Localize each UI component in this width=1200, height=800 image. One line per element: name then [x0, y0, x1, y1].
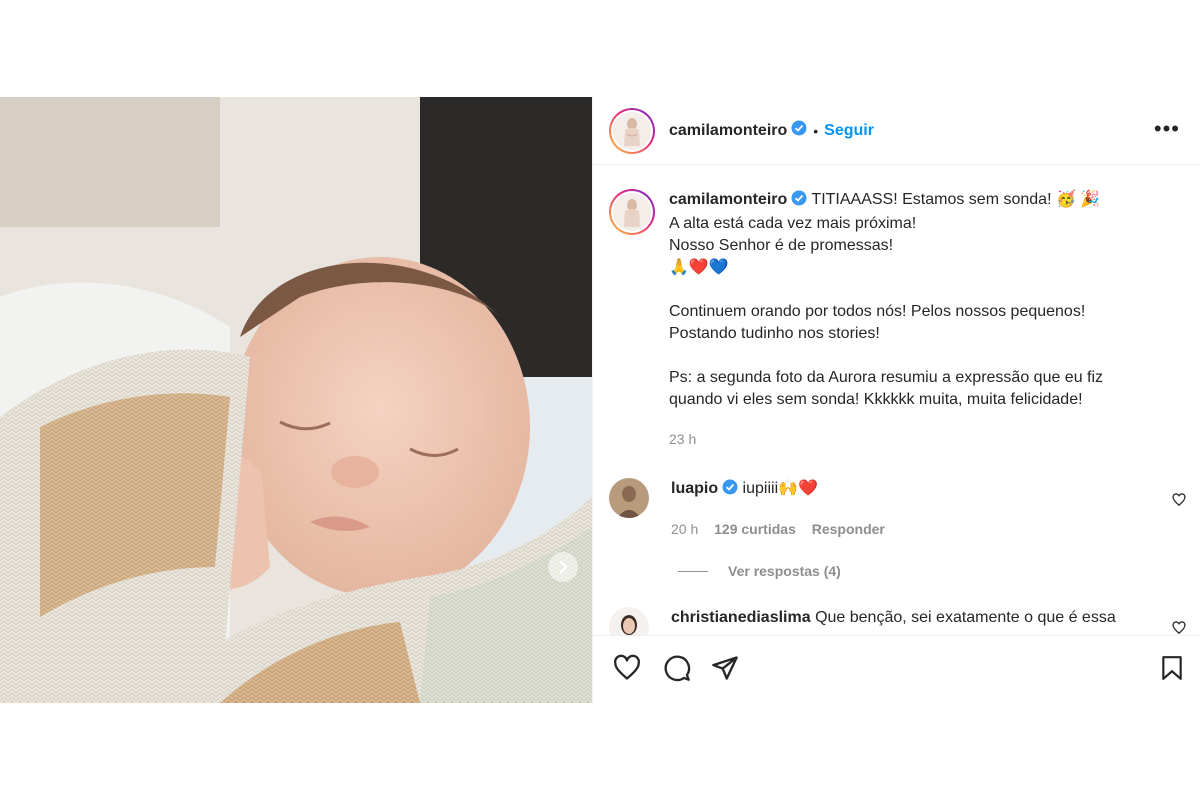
commenter-username[interactable]: luapio: [671, 480, 718, 497]
comment-meta: 20 h 129 curtidas Responder: [671, 518, 897, 540]
commenter-username[interactable]: christianediaslima: [671, 609, 811, 626]
post-actions-bar: [593, 635, 1200, 703]
comments-scroll-area[interactable]: camilamonteiro TITIAAASS! Estamos sem so…: [593, 165, 1200, 635]
caption-timestamp[interactable]: 23 h: [669, 431, 1139, 447]
comment-icon[interactable]: [663, 654, 691, 682]
carousel-next-button[interactable]: [548, 552, 578, 582]
post-header: camilamonteiro • Seguir •••: [593, 97, 1200, 165]
more-options-icon[interactable]: •••: [1154, 118, 1180, 140]
caption: camilamonteiro TITIAAASS! Estamos sem so…: [609, 189, 1139, 447]
post-photo[interactable]: [0, 97, 592, 703]
caption-username[interactable]: camilamonteiro: [669, 191, 787, 208]
baby-photo-illustration: [0, 97, 592, 703]
comment-time[interactable]: 20 h: [671, 521, 698, 537]
comment-like-heart-icon[interactable]: [1172, 621, 1186, 635]
comment-text: iupiiii🙌❤️: [738, 480, 818, 497]
post-side-panel: camilamonteiro • Seguir ••• camilamontei…: [592, 97, 1200, 703]
share-icon[interactable]: [711, 654, 739, 682]
caption-body: TITIAAASS! Estamos sem sonda! 🥳 🎉 A alta…: [669, 191, 1104, 408]
instagram-post: camilamonteiro • Seguir ••• camilamontei…: [0, 97, 1200, 703]
verified-badge-icon: [722, 479, 738, 502]
author-username[interactable]: camilamonteiro: [669, 122, 787, 140]
chevron-right-icon: [559, 560, 568, 574]
view-replies-button[interactable]: Ver respostas (4): [678, 563, 841, 579]
replies-divider-line: [678, 570, 708, 572]
view-replies-label: Ver respostas (4): [728, 563, 841, 579]
bookmark-icon[interactable]: [1159, 654, 1185, 682]
comment-text: Que benção, sei exatamente o que é essa: [810, 609, 1116, 626]
reply-button[interactable]: Responder: [812, 521, 885, 537]
heart-icon[interactable]: [613, 654, 641, 682]
verified-badge-icon: [791, 120, 807, 141]
verified-badge-icon: [791, 190, 807, 213]
follow-button[interactable]: Seguir: [824, 122, 874, 140]
comment-item: luapio iupiiii🙌❤️ 20 h 129 curtidas Resp…: [609, 478, 897, 540]
commenter-avatar[interactable]: [609, 478, 649, 518]
separator-dot: •: [813, 122, 819, 139]
caption-author-avatar[interactable]: [609, 189, 655, 235]
commenter-avatar[interactable]: [609, 607, 649, 635]
caption-text: camilamonteiro TITIAAASS! Estamos sem so…: [669, 189, 1139, 411]
comment-item: christianediaslima Que benção, sei exata…: [609, 607, 1116, 635]
author-avatar-image: [613, 111, 651, 150]
author-avatar[interactable]: [609, 107, 655, 154]
comment-likes[interactable]: 129 curtidas: [714, 521, 796, 537]
caption-avatar-image: [613, 193, 651, 231]
comment-like-heart-icon[interactable]: [1172, 493, 1186, 507]
